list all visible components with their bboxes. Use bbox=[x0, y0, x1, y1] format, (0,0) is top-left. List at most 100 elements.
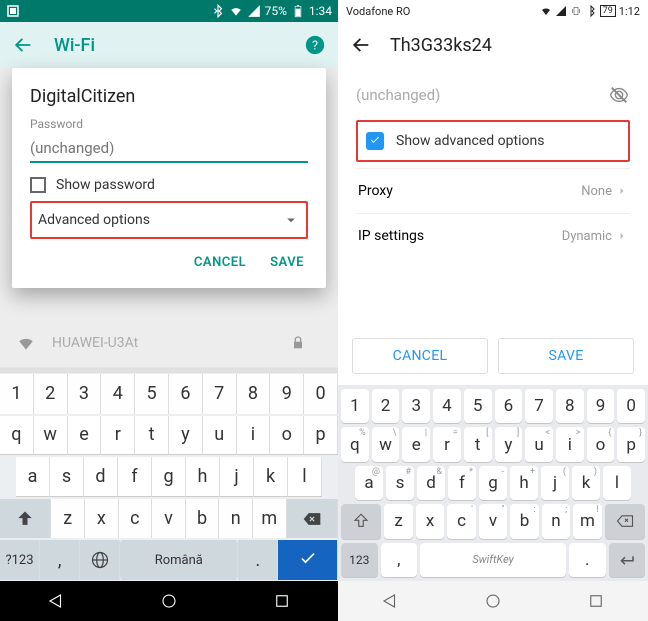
key-g[interactable]: g- bbox=[479, 466, 507, 500]
key-p[interactable]: p} bbox=[617, 427, 645, 461]
back-icon[interactable] bbox=[350, 34, 372, 56]
backspace-key[interactable] bbox=[287, 499, 338, 539]
key-v[interactable]: v" bbox=[479, 504, 507, 538]
key-w[interactable]: w bbox=[34, 416, 68, 456]
save-button[interactable]: SAVE bbox=[498, 338, 634, 374]
key-v[interactable]: v bbox=[152, 499, 186, 539]
period-key[interactable]: . bbox=[238, 540, 278, 580]
key-q[interactable]: q bbox=[0, 416, 34, 456]
key-e[interactable]: e| bbox=[402, 427, 430, 461]
key-m[interactable]: m! bbox=[573, 504, 601, 538]
key-l[interactable]: l bbox=[603, 466, 631, 500]
period-key[interactable]: . bbox=[569, 543, 606, 577]
nav-back-icon[interactable] bbox=[47, 592, 65, 610]
key-i[interactable]: i bbox=[237, 416, 271, 456]
key-a[interactable]: a bbox=[16, 457, 50, 497]
key-4[interactable]: 4 bbox=[433, 389, 461, 423]
key-s[interactable]: s# bbox=[386, 466, 414, 500]
key-5[interactable]: 5 bbox=[464, 389, 492, 423]
key-8[interactable]: 8 bbox=[237, 374, 271, 414]
key-p[interactable]: p bbox=[304, 416, 338, 456]
key-6[interactable]: 6 bbox=[169, 374, 203, 414]
nav-recent-icon[interactable] bbox=[587, 592, 605, 610]
comma-key[interactable]: , bbox=[40, 540, 80, 580]
key-h[interactable]: h bbox=[186, 457, 220, 497]
help-icon[interactable]: ? bbox=[304, 34, 326, 56]
key-g[interactable]: g bbox=[152, 457, 186, 497]
password-row[interactable]: (unchanged) bbox=[356, 78, 630, 120]
key-f[interactable]: f bbox=[118, 457, 152, 497]
key-2[interactable]: 2 bbox=[34, 374, 68, 414]
key-t[interactable]: t[ bbox=[464, 427, 492, 461]
key-s[interactable]: s bbox=[50, 457, 84, 497]
nav-home-icon[interactable] bbox=[484, 592, 502, 610]
show-advanced-checkbox[interactable]: Show advanced options bbox=[356, 120, 630, 162]
ip-row[interactable]: IP settings Dynamic bbox=[356, 213, 630, 258]
key-k[interactable]: k) bbox=[572, 466, 600, 500]
nav-home-icon[interactable] bbox=[160, 592, 178, 610]
advanced-options-dropdown[interactable]: Advanced options bbox=[30, 201, 308, 239]
key-0[interactable]: 0 bbox=[617, 389, 645, 423]
key-d[interactable]: d& bbox=[417, 466, 445, 500]
key-q[interactable]: q% bbox=[341, 427, 369, 461]
keyboard[interactable]: 1234567890 qwertyuiop asdfghjkl zxcvbnm … bbox=[0, 373, 338, 581]
key-9[interactable]: 9 bbox=[587, 389, 615, 423]
key-b[interactable]: b: bbox=[510, 504, 538, 538]
symbols-key[interactable]: 123 bbox=[341, 543, 378, 577]
key-c[interactable]: c bbox=[119, 499, 153, 539]
key-4[interactable]: 4 bbox=[101, 374, 135, 414]
key-3[interactable]: 3 bbox=[402, 389, 430, 423]
key-2[interactable]: 2 bbox=[372, 389, 400, 423]
key-n[interactable]: n bbox=[219, 499, 253, 539]
show-password-checkbox[interactable]: Show password bbox=[30, 177, 308, 193]
enter-key[interactable] bbox=[609, 543, 646, 577]
key-e[interactable]: e bbox=[68, 416, 102, 456]
key-y[interactable]: y bbox=[169, 416, 203, 456]
key-j[interactable]: j( bbox=[541, 466, 569, 500]
key-y[interactable]: y] bbox=[495, 427, 523, 461]
globe-key[interactable] bbox=[80, 540, 120, 580]
key-u[interactable]: u bbox=[203, 416, 237, 456]
comma-key[interactable]: , bbox=[381, 543, 418, 577]
key-a[interactable]: a@ bbox=[355, 466, 383, 500]
key-8[interactable]: 8 bbox=[556, 389, 584, 423]
key-j[interactable]: j bbox=[220, 457, 254, 497]
key-r[interactable]: r bbox=[101, 416, 135, 456]
key-o[interactable]: o bbox=[270, 416, 304, 456]
keyboard[interactable]: 1234567890 q%w\e|r=t[y]u<i>o{p} a@s#d&f*… bbox=[338, 385, 648, 581]
key-z[interactable]: z bbox=[51, 499, 85, 539]
key-m[interactable]: m bbox=[253, 499, 287, 539]
back-icon[interactable] bbox=[12, 34, 34, 56]
key-o[interactable]: o{ bbox=[587, 427, 615, 461]
key-7[interactable]: 7 bbox=[203, 374, 237, 414]
password-input[interactable] bbox=[30, 135, 308, 163]
eye-off-icon[interactable] bbox=[608, 84, 630, 106]
symbols-key[interactable]: ?123 bbox=[0, 540, 40, 580]
key-t[interactable]: t bbox=[135, 416, 169, 456]
key-k[interactable]: k bbox=[254, 457, 288, 497]
key-5[interactable]: 5 bbox=[135, 374, 169, 414]
nav-recent-icon[interactable] bbox=[273, 592, 291, 610]
key-z[interactable]: z bbox=[384, 504, 412, 538]
key-x[interactable]: x bbox=[85, 499, 119, 539]
backspace-key[interactable] bbox=[605, 504, 645, 538]
key-3[interactable]: 3 bbox=[68, 374, 102, 414]
spacebar[interactable]: SwiftKey bbox=[420, 543, 566, 577]
enter-key[interactable] bbox=[278, 540, 338, 580]
key-l[interactable]: l bbox=[288, 457, 322, 497]
key-f[interactable]: f* bbox=[448, 466, 476, 500]
key-7[interactable]: 7 bbox=[525, 389, 553, 423]
shift-key[interactable] bbox=[0, 499, 51, 539]
key-u[interactable]: u< bbox=[525, 427, 553, 461]
key-1[interactable]: 1 bbox=[341, 389, 369, 423]
cancel-button[interactable]: CANCEL bbox=[194, 255, 246, 270]
key-c[interactable]: c' bbox=[447, 504, 475, 538]
key-9[interactable]: 9 bbox=[270, 374, 304, 414]
key-w[interactable]: w\ bbox=[372, 427, 400, 461]
proxy-row[interactable]: Proxy None bbox=[356, 168, 630, 213]
save-button[interactable]: SAVE bbox=[270, 255, 304, 270]
key-b[interactable]: b bbox=[186, 499, 220, 539]
key-d[interactable]: d bbox=[84, 457, 118, 497]
cancel-button[interactable]: CANCEL bbox=[352, 338, 488, 374]
key-i[interactable]: i> bbox=[556, 427, 584, 461]
